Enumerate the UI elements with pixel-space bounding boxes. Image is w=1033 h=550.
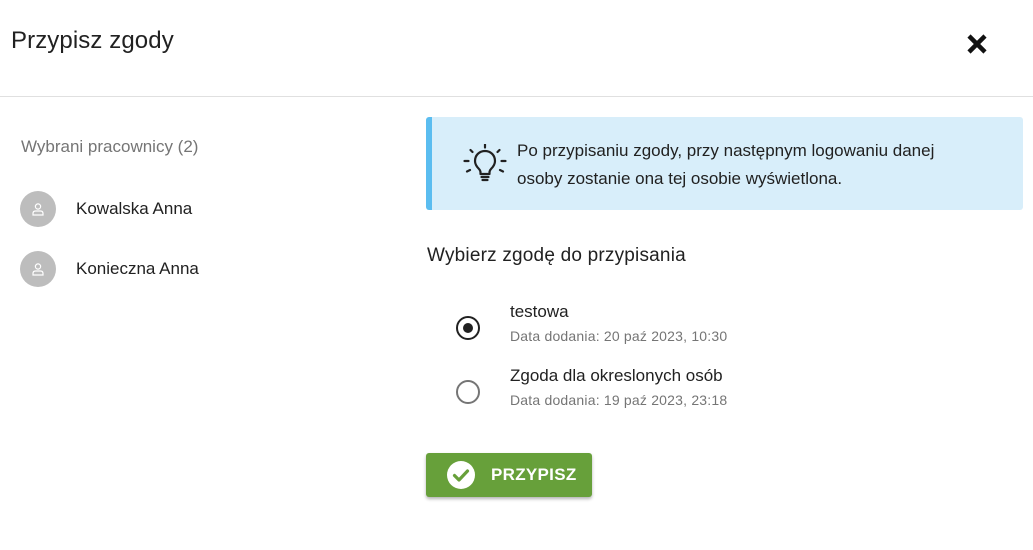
person-icon — [31, 202, 45, 216]
consent-option[interactable]: Zgoda dla okreslonych osób Data dodania:… — [455, 366, 1015, 420]
consent-option[interactable]: testowa Data dodania: 20 paź 2023, 10:30 — [455, 302, 1015, 356]
dialog-title: Przypisz zgody — [11, 27, 174, 54]
employee-name: Konieczna Anna — [76, 259, 199, 278]
consent-option-date: Data dodania: 19 paź 2023, 23:18 — [510, 392, 728, 408]
assign-button[interactable]: PRZYPISZ — [426, 453, 592, 497]
radio-dot — [463, 323, 473, 333]
employee-item: Kowalska Anna — [20, 191, 400, 227]
employee-item: Konieczna Anna — [20, 251, 400, 287]
info-message: Po przypisaniu zgody, przy następnym log… — [517, 141, 935, 188]
radio-button[interactable] — [456, 380, 480, 404]
close-button[interactable] — [961, 28, 993, 60]
selected-employees-heading: Wybrani pracownicy (2) — [21, 137, 199, 156]
check-circle-icon — [446, 460, 476, 490]
person-icon — [31, 262, 45, 276]
lightbulb-icon — [462, 144, 508, 184]
employee-name: Kowalska Anna — [76, 199, 193, 218]
dialog-header: Przypisz zgody — [0, 0, 1033, 97]
assign-button-label: PRZYPISZ — [491, 465, 577, 484]
info-banner: Po przypisaniu zgody, przy następnym log… — [426, 117, 1023, 210]
consent-option-title: Zgoda dla okreslonych osób — [510, 366, 723, 385]
selected-employees-panel: Wybrani pracownicy (2) Kowalska Anna Kon… — [0, 97, 410, 550]
consent-select-heading: Wybierz zgodę do przypisania — [427, 245, 686, 266]
consent-option-date: Data dodania: 20 paź 2023, 10:30 — [510, 328, 728, 344]
close-icon — [961, 28, 993, 60]
radio-button-selected[interactable] — [456, 316, 480, 340]
consent-option-title: testowa — [510, 302, 569, 321]
avatar — [20, 251, 56, 287]
avatar — [20, 191, 56, 227]
